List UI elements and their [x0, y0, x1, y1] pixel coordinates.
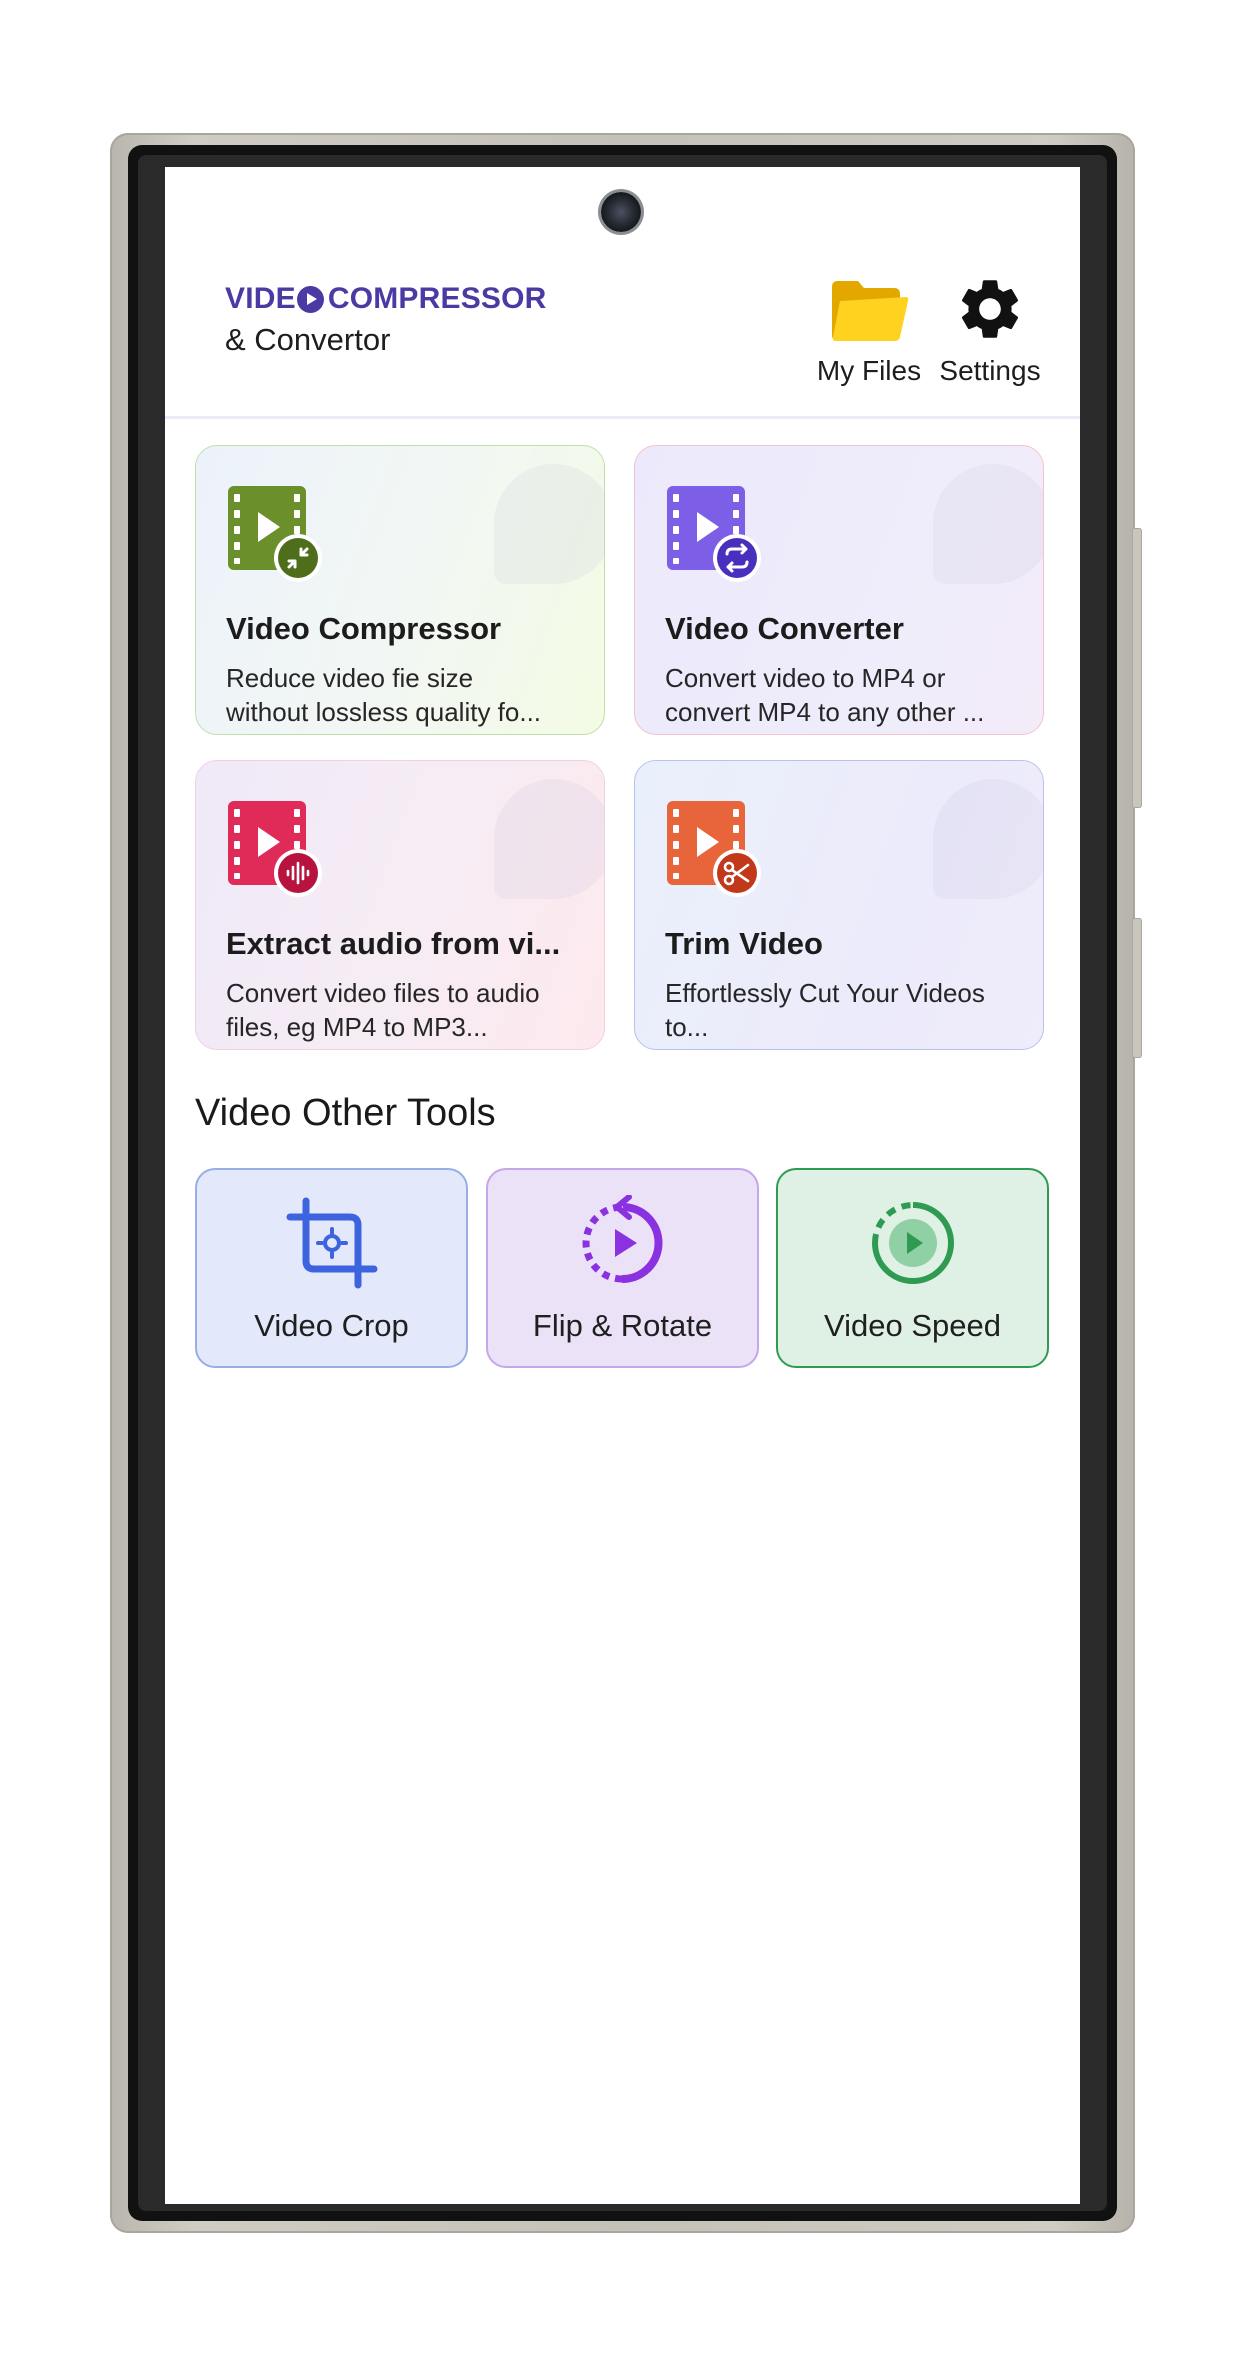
- video-speed-button[interactable]: Video Speed: [776, 1168, 1049, 1368]
- rotate-play-icon: [582, 1195, 662, 1284]
- volume-button: [1132, 528, 1142, 808]
- logo-text-compressor: COMPRESSOR: [327, 282, 547, 315]
- card-description: Reduce video fie size without lossless q…: [226, 663, 542, 727]
- card-title: Trim Video: [665, 926, 823, 961]
- section-title: Video Other Tools: [195, 1092, 496, 1134]
- video-convert-icon: [667, 486, 761, 582]
- gear-icon: [961, 280, 1019, 338]
- app-header: VIDE COMPRESSOR & Convertor My Files Set…: [165, 167, 1080, 419]
- crop-icon: [286, 1197, 377, 1289]
- flip-rotate-button[interactable]: Flip & Rotate: [486, 1168, 759, 1368]
- app-screen: VIDE COMPRESSOR & Convertor My Files Set…: [165, 167, 1080, 2204]
- logo-text-video: VIDE: [225, 282, 296, 315]
- app-logo: VIDE COMPRESSOR & Convertor: [225, 282, 547, 358]
- tool-label: Flip & Rotate: [532, 1308, 713, 1343]
- video-compressor-card[interactable]: Video Compressor Reduce video fie size w…: [195, 445, 605, 735]
- play-circle-icon: [296, 285, 324, 313]
- tool-label: Video Crop: [254, 1308, 409, 1343]
- settings-label: Settings: [939, 355, 1041, 386]
- settings-button[interactable]: Settings: [910, 267, 1070, 387]
- power-button: [1132, 918, 1142, 1058]
- card-description: Convert video files to audio files, eg M…: [226, 978, 540, 1042]
- video-trim-icon: [667, 801, 761, 897]
- extract-audio-card[interactable]: Extract audio from vi... Convert video f…: [195, 760, 605, 1050]
- card-title: Video Compressor: [226, 611, 502, 646]
- tool-label: Video Speed: [824, 1308, 1001, 1343]
- trim-video-card[interactable]: Trim Video Effortlessly Cut Your Videos …: [634, 760, 1044, 1050]
- card-title: Video Converter: [665, 611, 904, 646]
- card-description: Effortlessly Cut Your Videos to...: [665, 978, 985, 1042]
- folder-icon: [832, 281, 909, 341]
- card-title: Extract audio from vi...: [226, 926, 561, 961]
- video-audio-icon: [228, 801, 322, 897]
- card-description: Convert video to MP4 or convert MP4 to a…: [665, 663, 985, 727]
- video-converter-card[interactable]: Video Converter Convert video to MP4 or …: [634, 445, 1044, 735]
- video-compress-icon: [228, 486, 322, 582]
- speed-play-icon: [871, 1202, 954, 1284]
- video-crop-button[interactable]: Video Crop: [195, 1168, 468, 1368]
- logo-subtitle: & Convertor: [225, 322, 391, 357]
